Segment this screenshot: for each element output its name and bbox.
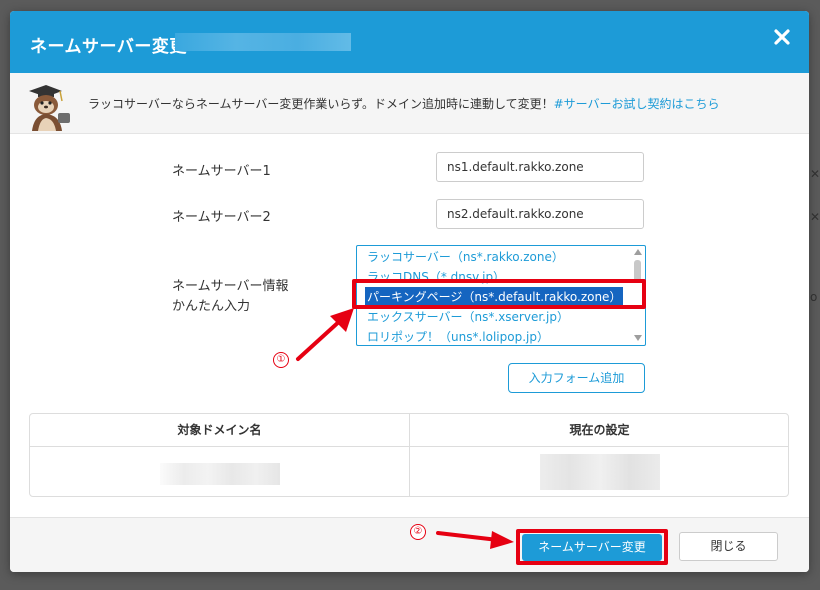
ns2-input[interactable] [436,199,644,229]
step1-marker: ① [273,352,289,368]
step2-arrow-icon [436,531,514,549]
background-close-fragment-2: ✕ [810,210,820,224]
table-column-divider [409,446,410,496]
close-button[interactable]: 閉じる [679,532,778,561]
selection-highlight-box [352,279,646,309]
promo-text: ラッコサーバーならネームサーバー変更作業いらず。ドメイン追加時に連動して変更！#… [88,95,720,112]
step2-marker: ② [410,524,426,540]
scroll-down-arrow-icon[interactable] [634,335,642,341]
domain-name-cell-mask [160,463,280,485]
modal-title: ネームサーバー変更 [30,37,187,57]
nameserver-change-modal: ネームサーバー変更 ラッコサーバーならネームサーバー変更作業いらず。ドメイン追加… [10,11,809,572]
ns1-input[interactable] [436,152,644,182]
preset-option-lolipop[interactable]: ロリポップ！（uns*.lolipop.jp） [367,327,549,345]
sea-otter-mascot-icon [29,85,70,131]
current-setting-cell-mask [540,454,660,490]
change-nameserver-button[interactable]: ネームサーバー変更 [522,534,662,561]
ns2-label: ネームサーバー2 [172,210,271,225]
add-input-form-button[interactable]: 入力フォーム追加 [508,363,645,393]
background-close-fragment-3: o [810,290,818,304]
promo-trial-link[interactable]: #サーバーお試し契約はこちら [554,97,720,111]
domain-settings-table: 対象ドメイン名 現在の設定 [29,413,789,497]
close-icon[interactable] [773,28,791,46]
scroll-up-arrow-icon[interactable] [634,249,642,255]
preset-option-xserver[interactable]: エックスサーバー（ns*.xserver.jp） [367,307,569,327]
table-header-domain: 対象ドメイン名 [30,414,410,447]
promo-message: ラッコサーバーならネームサーバー変更作業いらず。ドメイン追加時に連動して変更！ [88,97,554,111]
quick-input-label: ネームサーバー情報 かんたん入力 [172,277,288,317]
preset-option-rakko-server[interactable]: ラッコサーバー（ns*.rakko.zone） [367,247,564,267]
promo-banner: ラッコサーバーならネームサーバー変更作業いらず。ドメイン追加時に連動して変更！#… [10,73,809,134]
background-close-fragment-1: ✕ [810,167,820,181]
ns1-label: ネームサーバー1 [172,164,271,179]
modal-header: ネームサーバー変更 [10,11,809,73]
quick-input-label-line2: かんたん入力 [172,299,251,314]
domain-name-mask [175,33,351,51]
step1-arrow-icon [296,308,354,361]
table-header-current-setting: 現在の設定 [410,414,788,447]
quick-input-label-line1: ネームサーバー情報 [172,279,289,294]
